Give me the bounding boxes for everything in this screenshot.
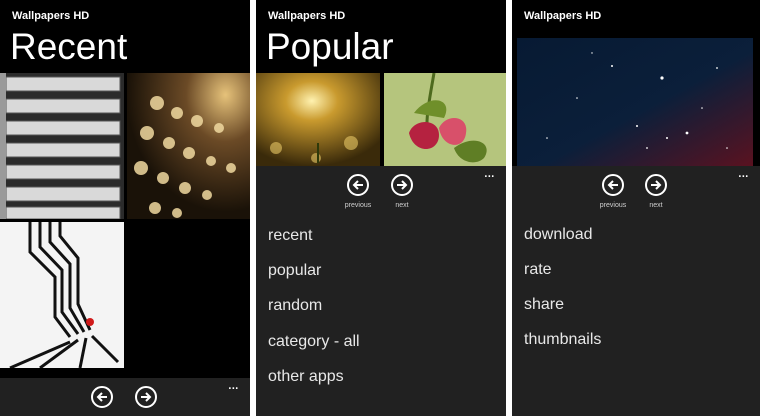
previous-button[interactable]: [602, 174, 624, 196]
page-title: Recent: [10, 26, 128, 67]
more-options-button[interactable]: ...: [228, 377, 239, 393]
screen-recent: Wallpapers HD Recent ...: [0, 0, 250, 416]
thumbnail-golden-bokeh[interactable]: [256, 73, 380, 166]
screen-preview: Wallpapers HD ... previous next download…: [512, 0, 760, 416]
next-button[interactable]: [391, 174, 413, 196]
previous-button[interactable]: [91, 386, 113, 408]
thumbnail-pink-flower[interactable]: [384, 73, 506, 166]
menu-item-other-apps[interactable]: other apps: [268, 368, 344, 386]
arrow-left-icon: [96, 392, 107, 402]
menu-item-download[interactable]: download: [524, 226, 593, 244]
next-label: next: [649, 202, 663, 209]
thumbnail-empty: [127, 222, 250, 368]
app-bar: ... previous next recent popular random …: [256, 165, 506, 416]
app-title: Wallpapers HD: [268, 10, 346, 22]
arrow-right-icon: [397, 180, 408, 190]
menu-item-recent[interactable]: recent: [268, 227, 312, 245]
thumbnail-books[interactable]: [0, 73, 124, 219]
arrow-right-icon: [651, 180, 662, 190]
menu-item-thumbnails[interactable]: thumbnails: [524, 331, 601, 349]
next-button[interactable]: [135, 386, 157, 408]
app-bar: ...: [0, 377, 250, 416]
menu-item-random[interactable]: random: [268, 297, 322, 315]
more-options-button[interactable]: ...: [484, 165, 495, 181]
previous-label: previous: [344, 202, 372, 209]
thumbnail-abstract[interactable]: [0, 222, 124, 368]
screen-popular: Wallpapers HD Popular ... previous next …: [256, 0, 506, 416]
next-label: next: [395, 202, 409, 209]
page-title: Popular: [266, 26, 394, 67]
next-button[interactable]: [645, 174, 667, 196]
app-title: Wallpapers HD: [12, 10, 90, 22]
menu-item-category[interactable]: category - all: [268, 333, 360, 351]
more-options-button[interactable]: ...: [738, 165, 749, 181]
arrow-left-icon: [607, 180, 618, 190]
thumbnail-bottles[interactable]: [127, 73, 250, 219]
app-title: Wallpapers HD: [524, 10, 602, 22]
app-bar: ... previous next download rate share th…: [512, 165, 760, 416]
previous-label: previous: [599, 202, 627, 209]
menu-item-rate[interactable]: rate: [524, 261, 552, 279]
wallpaper-preview[interactable]: [517, 38, 753, 166]
menu-item-share[interactable]: share: [524, 296, 564, 314]
previous-button[interactable]: [347, 174, 369, 196]
menu-item-popular[interactable]: popular: [268, 262, 321, 280]
arrow-left-icon: [352, 180, 363, 190]
arrow-right-icon: [141, 392, 152, 402]
